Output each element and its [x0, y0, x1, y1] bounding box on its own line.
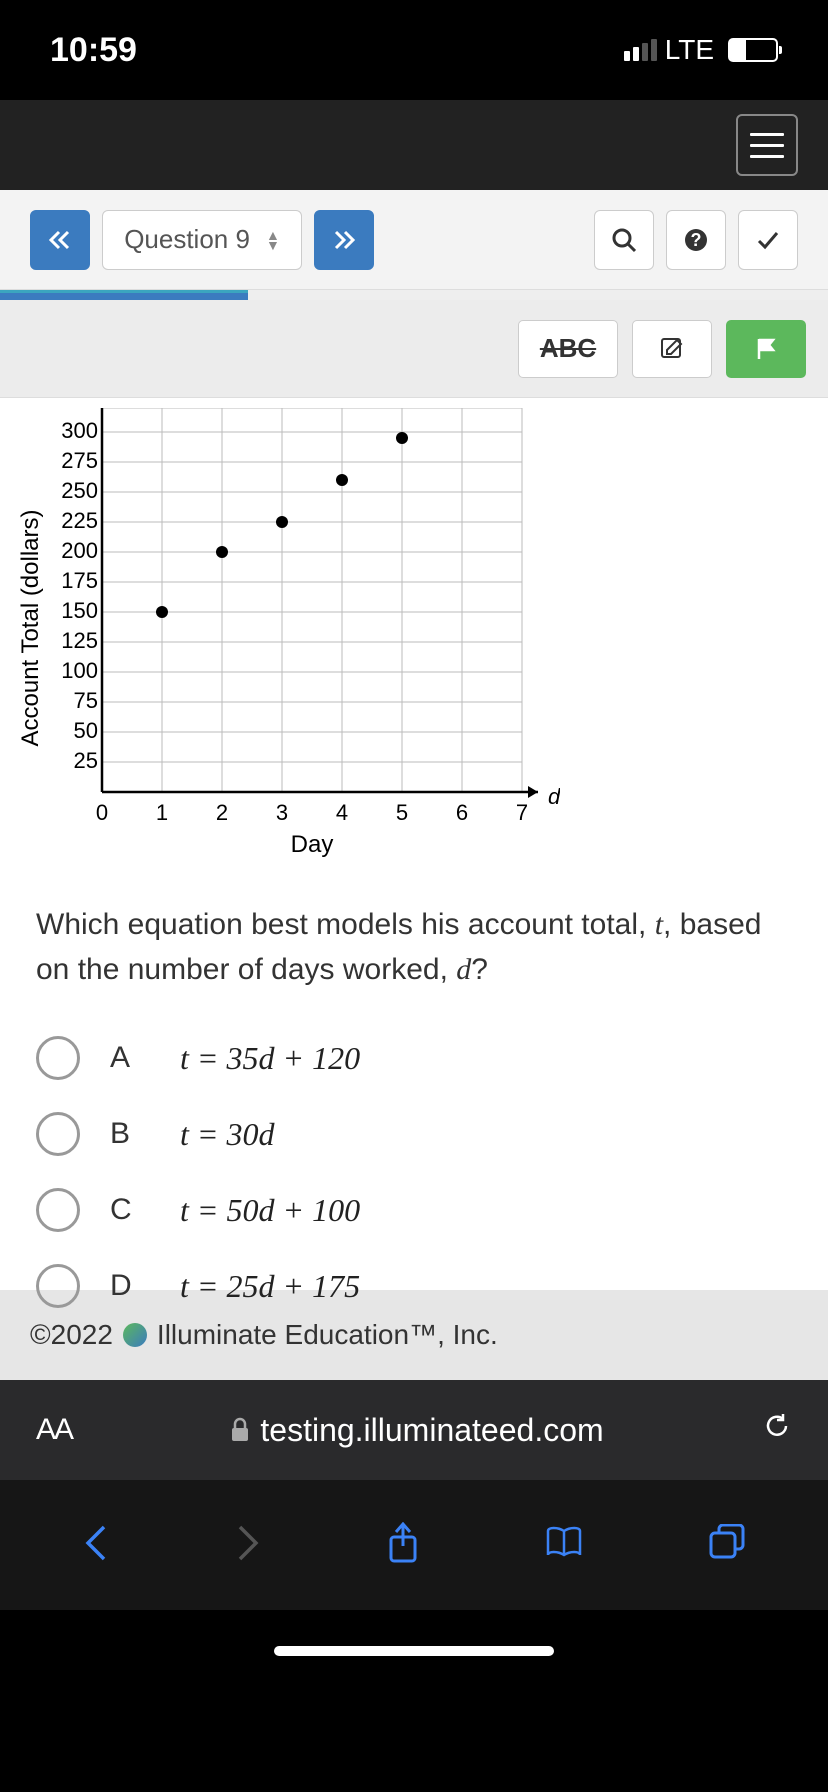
option-letter: D	[110, 1269, 150, 1303]
option-letter: C	[110, 1193, 150, 1227]
option-a[interactable]: A t = 35d + 120	[36, 1020, 792, 1096]
status-bar: 10:59 LTE	[0, 0, 828, 100]
back-button[interactable]	[82, 1523, 110, 1568]
option-equation: t = 35d + 120	[180, 1040, 360, 1077]
network-label: LTE	[665, 34, 714, 66]
question-selector-button[interactable]: Question 9 ▲▼	[102, 210, 302, 270]
data-point	[216, 546, 228, 558]
edit-icon	[659, 336, 685, 362]
reload-icon	[762, 1411, 792, 1441]
svg-text:175: 175	[61, 568, 98, 593]
bookmarks-button[interactable]	[544, 1525, 584, 1566]
flag-button[interactable]	[726, 320, 806, 378]
radio-button[interactable]	[36, 1036, 80, 1080]
x-axis-var: d	[548, 784, 560, 809]
radio-button[interactable]	[36, 1188, 80, 1232]
svg-text:150: 150	[61, 598, 98, 623]
svg-text:7: 7	[516, 800, 528, 825]
option-c[interactable]: C t = 50d + 100	[36, 1172, 792, 1248]
search-icon	[611, 227, 637, 253]
svg-text:100: 100	[61, 658, 98, 683]
forward-button[interactable]	[234, 1523, 262, 1568]
battery-icon	[728, 38, 778, 62]
option-letter: B	[110, 1117, 150, 1151]
svg-text:225: 225	[61, 508, 98, 533]
help-button[interactable]: ?	[666, 210, 726, 270]
next-question-button[interactable]	[314, 210, 374, 270]
option-equation: t = 25d + 175	[180, 1268, 360, 1305]
signal-icon	[624, 39, 657, 61]
illuminate-logo-icon	[123, 1323, 147, 1347]
text-size-button[interactable]: AA	[36, 1413, 72, 1447]
data-point	[276, 516, 288, 528]
share-button[interactable]	[386, 1522, 420, 1569]
svg-text:2: 2	[216, 800, 228, 825]
share-icon	[386, 1522, 420, 1564]
svg-text:300: 300	[61, 418, 98, 443]
updown-icon: ▲▼	[266, 230, 280, 250]
svg-text:0: 0	[96, 800, 108, 825]
status-time: 10:59	[50, 31, 137, 70]
svg-text:50: 50	[74, 718, 98, 743]
submit-button[interactable]	[738, 210, 798, 270]
data-point	[396, 432, 408, 444]
book-icon	[544, 1525, 584, 1561]
data-point	[336, 474, 348, 486]
question-label: Question 9	[124, 224, 250, 255]
svg-text:200: 200	[61, 538, 98, 563]
check-icon	[755, 227, 781, 253]
svg-text:5: 5	[396, 800, 408, 825]
svg-text:4: 4	[336, 800, 348, 825]
strike-through-button[interactable]: ABC	[518, 320, 618, 378]
reload-button[interactable]	[762, 1411, 792, 1449]
progress-bar	[0, 290, 828, 300]
svg-text:?: ?	[691, 230, 702, 250]
option-equation: t = 50d + 100	[180, 1192, 360, 1229]
double-chevron-right-icon	[332, 230, 356, 250]
svg-text:25: 25	[74, 748, 98, 773]
svg-text:6: 6	[456, 800, 468, 825]
prev-question-button[interactable]	[30, 210, 90, 270]
svg-text:125: 125	[61, 628, 98, 653]
svg-text:75: 75	[74, 688, 98, 713]
home-indicator[interactable]	[0, 1610, 828, 1692]
flag-icon	[753, 336, 779, 362]
question-prompt: Which equation best models his account t…	[0, 876, 828, 1012]
y-ticks: 300 275 250 225 200 175 150 125 100 75 5…	[61, 418, 98, 773]
chevron-right-icon	[234, 1523, 262, 1563]
content-area: ABC Account Total (dollars) 300 275 250 …	[0, 300, 828, 1290]
help-icon: ?	[683, 227, 709, 253]
question-toolbar: Question 9 ▲▼ ?	[0, 190, 828, 290]
browser-nav-bar	[0, 1480, 828, 1610]
radio-button[interactable]	[36, 1264, 80, 1308]
browser-address-bar: AA testing.illuminateed.com	[0, 1380, 828, 1480]
radio-button[interactable]	[36, 1112, 80, 1156]
data-point	[156, 606, 168, 618]
y-axis-label: Account Total (dollars)	[20, 510, 44, 747]
hamburger-menu-button[interactable]	[736, 114, 798, 176]
option-letter: A	[110, 1041, 150, 1075]
option-equation: t = 30d	[180, 1116, 274, 1153]
app-header	[0, 100, 828, 190]
option-b[interactable]: B t = 30d	[36, 1096, 792, 1172]
svg-text:3: 3	[276, 800, 288, 825]
search-button[interactable]	[594, 210, 654, 270]
x-axis-label: Day	[291, 831, 334, 858]
chart-container: Account Total (dollars) 300 275 250 225 …	[0, 398, 828, 876]
footer-copyright: ©2022 Illuminate Education™, Inc.	[0, 1290, 828, 1380]
scatter-chart: Account Total (dollars) 300 275 250 225 …	[20, 408, 560, 876]
lock-icon	[230, 1417, 250, 1443]
svg-text:250: 250	[61, 478, 98, 503]
content-toolbar: ABC	[0, 300, 828, 398]
scratchpad-button[interactable]	[632, 320, 712, 378]
tabs-button[interactable]	[708, 1524, 746, 1567]
svg-text:1: 1	[156, 800, 168, 825]
tabs-icon	[708, 1524, 746, 1562]
double-chevron-left-icon	[48, 230, 72, 250]
svg-text:275: 275	[61, 448, 98, 473]
url-field[interactable]: testing.illuminateed.com	[96, 1412, 738, 1449]
chevron-left-icon	[82, 1523, 110, 1563]
status-right: LTE	[624, 34, 778, 66]
